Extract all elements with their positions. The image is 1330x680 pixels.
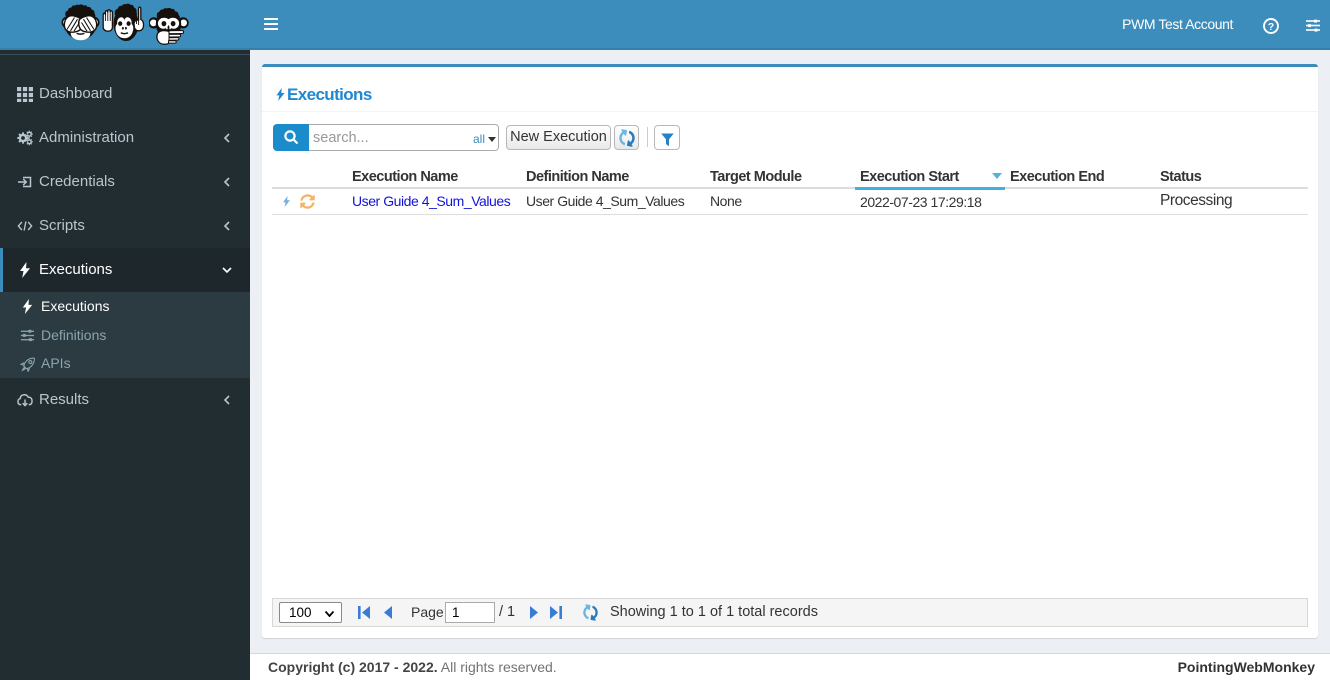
svg-text:?: ? <box>1268 21 1274 33</box>
